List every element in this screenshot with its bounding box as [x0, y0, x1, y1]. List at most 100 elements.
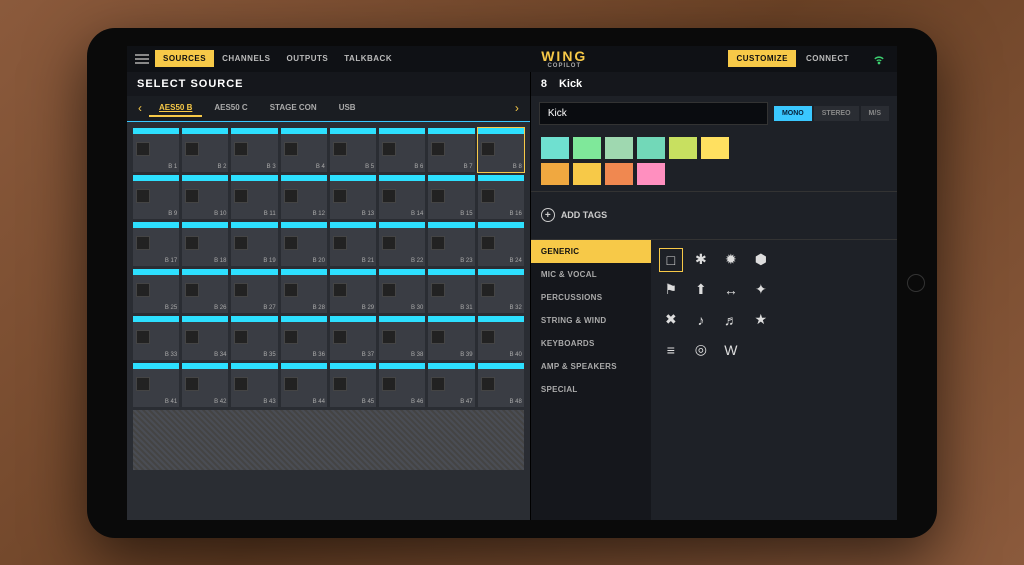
category-generic[interactable]: GENERIC	[531, 240, 651, 263]
source-slot[interactable]: B 15	[428, 175, 474, 219]
source-slot[interactable]: B 23	[428, 222, 474, 266]
tablet-frame: SOURCESCHANNELSOUTPUTSTALKBACK WING COPI…	[87, 28, 937, 538]
mode-mono[interactable]: MONO	[774, 106, 812, 121]
tab-connect[interactable]: CONNECT	[798, 50, 857, 67]
channel-icon[interactable]: ✖	[659, 308, 683, 332]
name-input[interactable]	[539, 102, 768, 125]
category-special[interactable]: SPECIAL	[531, 378, 651, 401]
source-slot[interactable]: B 2	[182, 128, 228, 172]
category-keyboards[interactable]: KEYBOARDS	[531, 332, 651, 355]
channel-icon[interactable]: ⚑	[659, 278, 683, 302]
source-slot[interactable]: B 25	[133, 269, 179, 313]
source-slot[interactable]: B 11	[231, 175, 277, 219]
color-swatch[interactable]	[541, 137, 569, 159]
source-slot[interactable]: B 38	[379, 316, 425, 360]
source-slot[interactable]: B 27	[231, 269, 277, 313]
source-slot[interactable]: B 20	[281, 222, 327, 266]
category-string-wind[interactable]: STRING & WIND	[531, 309, 651, 332]
source-slot[interactable]: B 12	[281, 175, 327, 219]
channel-icon[interactable]: ⬢	[749, 248, 773, 272]
color-swatch[interactable]	[605, 163, 633, 185]
source-slot[interactable]: B 33	[133, 316, 179, 360]
source-slot[interactable]: B 37	[330, 316, 376, 360]
source-slot[interactable]: B 41	[133, 363, 179, 407]
tab-talkback[interactable]: TALKBACK	[336, 50, 400, 67]
color-swatch[interactable]	[541, 163, 569, 185]
source-slot[interactable]: B 32	[478, 269, 524, 313]
channel-icon[interactable]: ✱	[689, 248, 713, 272]
mode-stereo[interactable]: STEREO	[814, 106, 859, 121]
source-tab-aes50-c[interactable]: AES50 C	[204, 100, 257, 117]
source-slot[interactable]: B 17	[133, 222, 179, 266]
source-slot[interactable]: B 39	[428, 316, 474, 360]
channel-icon[interactable]: ♪	[689, 308, 713, 332]
source-slot[interactable]: B 21	[330, 222, 376, 266]
source-tab-stage-con[interactable]: STAGE CON	[260, 100, 327, 117]
source-slot[interactable]: B 14	[379, 175, 425, 219]
channel-icon[interactable]: ★	[749, 308, 773, 332]
source-slot[interactable]: B 8	[478, 128, 524, 172]
color-swatch[interactable]	[637, 137, 665, 159]
source-slot[interactable]: B 26	[182, 269, 228, 313]
source-slot[interactable]: B 47	[428, 363, 474, 407]
source-slot[interactable]: B 36	[281, 316, 327, 360]
channel-icon[interactable]: □	[659, 248, 683, 272]
category-percussions[interactable]: PERCUSSIONS	[531, 286, 651, 309]
source-slot[interactable]: B 9	[133, 175, 179, 219]
chevron-right-icon[interactable]: ›	[510, 101, 524, 115]
color-swatch[interactable]	[669, 137, 697, 159]
source-slot[interactable]: B 4	[281, 128, 327, 172]
channel-icon[interactable]: ⬆	[689, 278, 713, 302]
tab-outputs[interactable]: OUTPUTS	[279, 50, 337, 67]
source-slot[interactable]: B 24	[478, 222, 524, 266]
color-swatch[interactable]	[605, 137, 633, 159]
channel-icon[interactable]: ↔	[719, 278, 743, 302]
source-tab-usb[interactable]: USB	[329, 100, 366, 117]
tab-sources[interactable]: SOURCES	[155, 50, 214, 67]
source-slot[interactable]: B 42	[182, 363, 228, 407]
source-slot[interactable]: B 3	[231, 128, 277, 172]
source-slot[interactable]: B 16	[478, 175, 524, 219]
source-slot[interactable]: B 44	[281, 363, 327, 407]
color-swatch[interactable]	[573, 137, 601, 159]
source-slot[interactable]: B 48	[478, 363, 524, 407]
source-slot[interactable]: B 5	[330, 128, 376, 172]
category-amp-speakers[interactable]: AMP & SPEAKERS	[531, 355, 651, 378]
category-mic-vocal[interactable]: MIC & VOCAL	[531, 263, 651, 286]
channel-icon[interactable]: ✦	[749, 278, 773, 302]
source-tab-aes50-b[interactable]: AES50 B	[149, 100, 202, 117]
source-slot[interactable]: B 18	[182, 222, 228, 266]
source-slot[interactable]: B 19	[231, 222, 277, 266]
source-slot[interactable]: B 28	[281, 269, 327, 313]
source-slot[interactable]: B 40	[478, 316, 524, 360]
source-slot[interactable]: B 30	[379, 269, 425, 313]
source-slot[interactable]: B 10	[182, 175, 228, 219]
chevron-left-icon[interactable]: ‹	[133, 101, 147, 115]
home-button[interactable]	[907, 274, 925, 292]
source-slot[interactable]: B 45	[330, 363, 376, 407]
source-slot[interactable]: B 22	[379, 222, 425, 266]
channel-icon[interactable]: ✹	[719, 248, 743, 272]
channel-icon[interactable]: ≡	[659, 338, 683, 362]
channel-icon[interactable]: ♬	[719, 308, 743, 332]
source-slot[interactable]: B 1	[133, 128, 179, 172]
source-slot[interactable]: B 29	[330, 269, 376, 313]
tab-customize[interactable]: CUSTOMIZE	[728, 50, 795, 67]
channel-icon[interactable]: ◎	[689, 338, 713, 362]
color-swatch[interactable]	[637, 163, 665, 185]
source-slot[interactable]: B 46	[379, 363, 425, 407]
tab-channels[interactable]: CHANNELS	[214, 50, 278, 67]
source-slot[interactable]: B 7	[428, 128, 474, 172]
color-swatch[interactable]	[573, 163, 601, 185]
source-slot[interactable]: B 31	[428, 269, 474, 313]
source-slot[interactable]: B 35	[231, 316, 277, 360]
color-swatch[interactable]	[701, 137, 729, 159]
source-slot[interactable]: B 43	[231, 363, 277, 407]
source-slot[interactable]: B 13	[330, 175, 376, 219]
channel-icon[interactable]: W	[719, 338, 743, 362]
source-slot[interactable]: B 6	[379, 128, 425, 172]
add-tags-button[interactable]: + ADD TAGS	[531, 192, 897, 240]
menu-icon[interactable]	[133, 51, 151, 67]
mode-ms[interactable]: M/S	[861, 106, 889, 121]
source-slot[interactable]: B 34	[182, 316, 228, 360]
